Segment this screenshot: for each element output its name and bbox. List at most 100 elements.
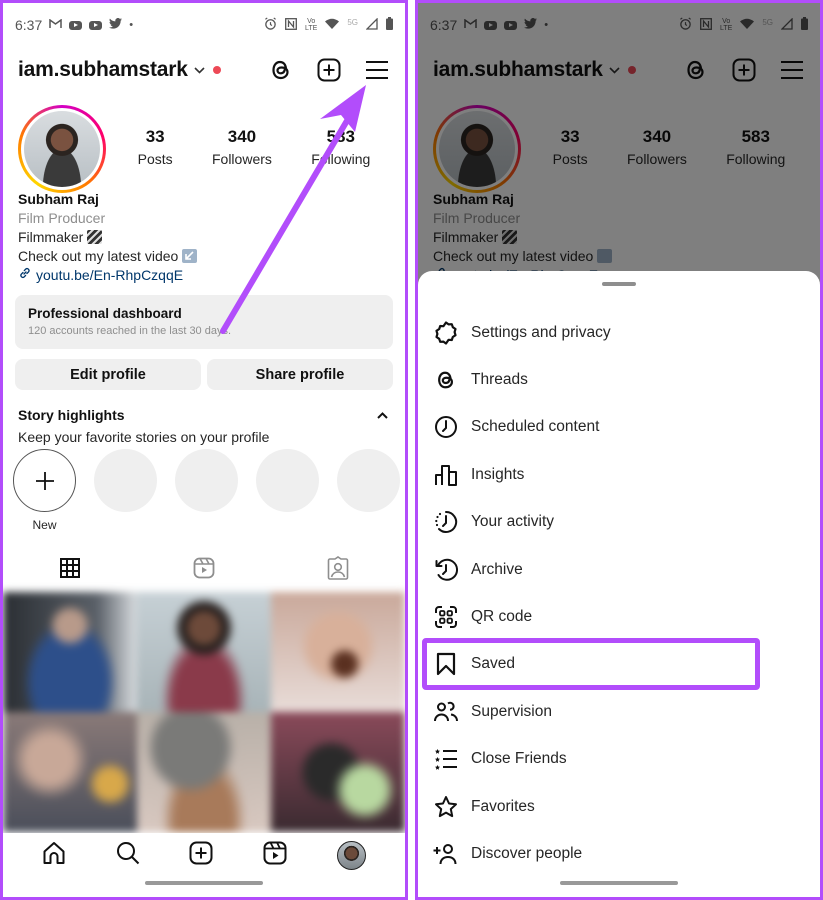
post-thumbnail[interactable] [3,712,137,832]
status-bar: 6:37 • VoLTE 5G [15,13,393,37]
profile-menu-sheet: Settings and privacy Threads Scheduled c… [418,271,820,897]
new-highlight-label: New [32,518,57,532]
home-icon[interactable] [42,841,66,870]
profile-actions: Edit profile Share profile [15,359,393,390]
chevron-up-icon[interactable] [377,407,388,422]
profile-screen: 6:37 • Vo LTE 5G iam.subhamstark 33 Post… [0,0,408,900]
menu-item-threads[interactable]: Threads [418,356,820,403]
profile-category: Film Producer [18,210,106,226]
stat-label: Followers [211,151,272,167]
menu-item-your-activity[interactable]: Your activity [418,499,820,546]
profile-bio: Subham Raj Film Producer Filmmaker Check… [18,190,198,285]
star-icon [433,794,459,820]
plus-icon [13,449,76,512]
profile-tabs [3,553,405,587]
stat-posts[interactable]: 33 Posts [138,127,173,167]
dashboard-subtitle: 120 accounts reached in the last 30 days… [28,325,232,337]
new-highlight-button[interactable]: New [13,449,76,532]
supervision-icon [433,699,459,725]
sheet-drag-handle[interactable] [602,282,636,286]
reels-icon[interactable] [263,841,287,870]
story-highlights-header[interactable]: Story highlights Keep your favorite stor… [18,407,390,445]
battery-icon [386,17,393,33]
tab-tagged[interactable] [271,553,405,587]
create-icon[interactable] [189,841,213,870]
menu-item-favorites[interactable]: Favorites [418,783,820,830]
menu-item-saved[interactable]: Saved [418,637,820,690]
menu-item-close-friends[interactable]: Close Friends [418,736,820,783]
threads-icon [433,367,459,393]
menu-button[interactable] [364,57,390,83]
menu-item-archive[interactable]: Archive [418,546,820,593]
highlight-placeholder [337,449,400,532]
edit-profile-button[interactable]: Edit profile [15,359,201,390]
menu-item-label: Discover people [471,844,583,862]
post-thumbnail[interactable] [137,592,271,712]
home-indicator [560,881,678,885]
highlights-subtitle: Keep your favorite stories on your profi… [18,429,270,445]
archive-icon [433,557,459,583]
professional-dashboard[interactable]: Professional dashboard 120 accounts reac… [15,295,393,349]
menu-item-label: Scheduled content [471,418,600,436]
highlights-title: Story highlights [18,407,125,423]
menu-item-discover-people[interactable]: Discover people [418,830,820,877]
grid-icon [60,557,80,583]
dashboard-title: Professional dashboard [28,306,182,321]
highlight-placeholder [256,449,319,532]
menu-item-label: Saved [471,655,515,673]
chevron-down-icon[interactable] [194,63,205,77]
create-icon[interactable] [316,57,342,83]
highlight-placeholder [94,449,157,532]
bottom-nav [3,833,405,877]
clock-icon [433,414,459,440]
menu-item-supervision[interactable]: Supervision [418,688,820,735]
menu-item-settings-and-privacy[interactable]: Settings and privacy [418,309,820,356]
settings-icon [433,320,459,346]
share-profile-button[interactable]: Share profile [207,359,393,390]
reels-icon [193,557,215,584]
profile-avatar[interactable] [18,105,106,193]
bio-link[interactable]: youtu.be/En-RhpCzqqE [18,266,197,285]
highlight-placeholder [175,449,238,532]
posts-grid [3,592,405,832]
bio-line: Filmmaker [18,228,197,247]
arrow-down-left-icon [182,249,198,263]
post-thumbnail[interactable] [3,592,137,712]
tab-reels[interactable] [137,553,271,587]
account-switcher[interactable]: iam.subhamstark [18,58,188,82]
clapper-board-icon [87,230,103,244]
link-icon [18,266,32,285]
menu-item-label: Favorites [471,797,535,815]
menu-item-label: Settings and privacy [471,323,611,341]
profile-header: iam.subhamstark [18,53,390,87]
post-thumbnail[interactable] [271,712,405,832]
post-thumbnail[interactable] [271,592,405,712]
alarm-icon [264,17,277,33]
status-time: 6:37 [15,17,43,33]
menu-item-label: Your activity [471,513,554,531]
stat-label: Following [311,151,371,167]
profile-avatar[interactable] [337,840,367,870]
menu-item-scheduled-content[interactable]: Scheduled content [418,404,820,451]
search-icon[interactable] [116,841,140,870]
volte-icon: VoLTE [305,18,318,32]
menu-item-qr-code[interactable]: QR code [418,593,820,640]
menu-item-label: Supervision [471,702,552,720]
menu-item-label: QR code [471,608,533,626]
stat-following[interactable]: 583 Following [311,127,370,167]
profile-menu-screen: 6:37 • VoLTE 5G [415,0,823,900]
profile-summary: 33 Posts 340 Followers 583 Following [18,105,390,195]
menu-list: Settings and privacy Threads Scheduled c… [418,309,820,878]
menu-item-insights[interactable]: Insights [418,451,820,498]
post-thumbnail[interactable] [137,712,271,832]
qr-code-icon [433,604,459,630]
tab-posts-grid[interactable] [3,553,137,587]
stat-followers[interactable]: 340 Followers [212,127,272,167]
add-person-icon [433,841,459,867]
menu-item-label: Archive [471,560,523,578]
5g-icon: 5G [347,17,358,27]
threads-icon[interactable] [268,57,294,83]
wifi-icon [325,18,340,32]
notification-dot [212,66,221,74]
bookmark-icon [433,651,459,677]
